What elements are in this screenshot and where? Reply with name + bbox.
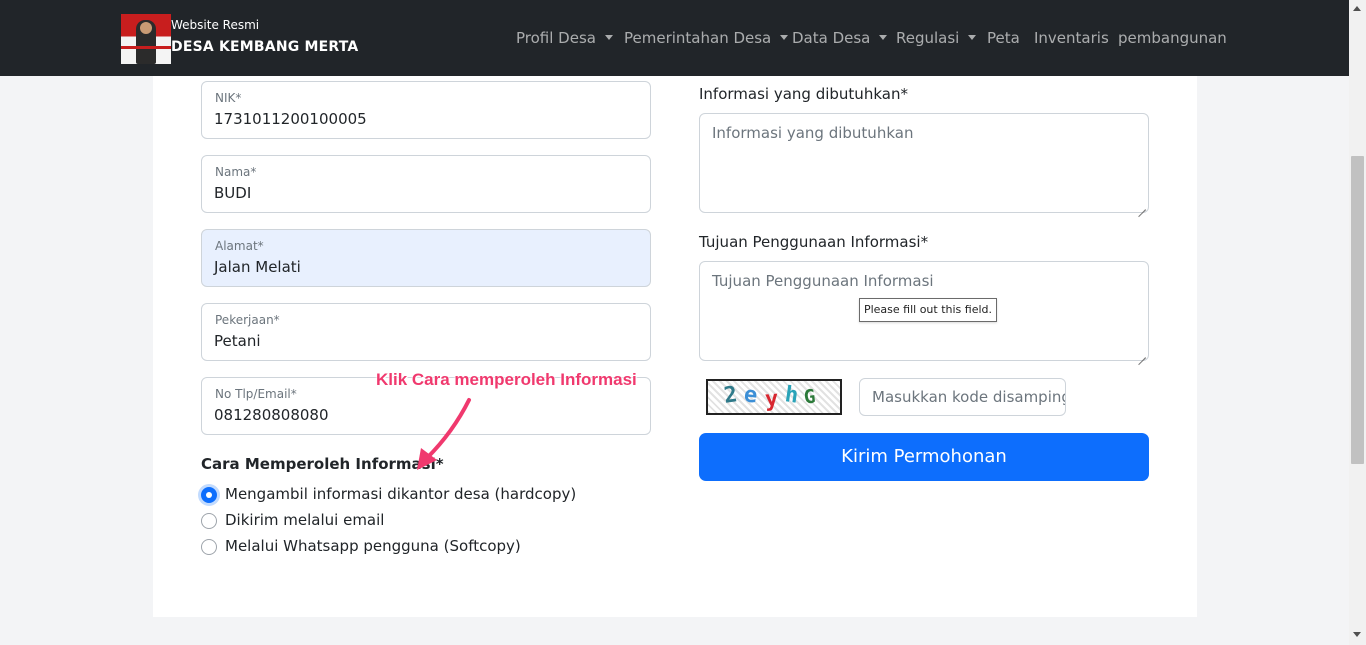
alamat-value[interactable]: Jalan Melati [214,258,301,276]
nama-value[interactable]: BUDI [214,184,251,202]
informasi-placeholder: Informasi yang dibutuhkan [712,124,914,142]
captcha-char: h [783,382,800,409]
caret-down-icon [780,35,789,40]
caret-down-icon [604,35,613,40]
resize-grip-icon[interactable] [1138,350,1146,358]
top-navbar: Website Resmi DESA KEMBANG MERTA Profil … [0,0,1349,76]
option-hardcopy-label[interactable]: Mengambil informasi dikantor desa (hardc… [225,485,576,503]
tujuan-placeholder: Tujuan Penggunaan Informasi [712,272,934,290]
option-email-label[interactable]: Dikirim melalui email [225,511,384,529]
pekerjaan-field[interactable]: Pekerjaan* Petani [201,303,651,361]
captcha-image: 2 e y h G [706,379,842,415]
tujuan-label: Tujuan Penggunaan Informasi* [699,233,929,251]
brand-title[interactable]: DESA KEMBANG MERTA [171,39,358,55]
nav-peta[interactable]: Peta [987,29,1020,47]
captcha-char: G [802,385,817,409]
nama-label: Nama* [215,165,257,179]
nav-profil-desa[interactable]: Profil Desa [516,29,613,47]
annotation-arrow-icon [417,398,471,470]
village-logo[interactable] [121,14,171,64]
contact-label: No Tlp/Email* [215,387,297,401]
caret-down-icon [968,35,977,40]
informasi-textarea[interactable]: Informasi yang dibutuhkan [699,113,1149,213]
validation-tooltip: Please fill out this field. [859,298,997,322]
scrollbar-thumb[interactable] [1351,156,1364,464]
kirim-permohonan-button[interactable]: Kirim Permohonan [699,433,1149,481]
captcha-char: e [742,382,759,409]
resize-grip-icon[interactable] [1138,202,1146,210]
alamat-field[interactable]: Alamat* Jalan Melati [201,229,651,287]
alamat-label: Alamat* [215,239,264,253]
radio-email[interactable] [201,513,217,529]
pekerjaan-label: Pekerjaan* [215,313,280,327]
annotation-text: Klik Cara memperoleh Informasi [376,370,637,389]
captcha-input[interactable]: Masukkan kode disamping [859,378,1066,416]
nama-field[interactable]: Nama* BUDI [201,155,651,213]
nik-label: NIK* [215,91,242,105]
scroll-down-arrow-icon[interactable] [1353,632,1361,637]
nik-field[interactable]: NIK* 1731011200100005 [201,81,651,139]
captcha-char: 2 [722,382,739,409]
radio-whatsapp[interactable] [201,539,217,555]
radio-hardcopy[interactable] [201,487,217,503]
caret-down-icon [879,35,888,40]
brand-subtitle[interactable]: Website Resmi [171,18,259,32]
captcha-char: y [764,386,780,413]
nav-pemerintahan-desa[interactable]: Pemerintahan Desa [624,29,789,47]
nik-value[interactable]: 1731011200100005 [214,110,367,128]
pekerjaan-value[interactable]: Petani [214,332,261,350]
nav-regulasi[interactable]: Regulasi [896,29,977,47]
captcha-placeholder: Masukkan kode disamping [872,388,1066,406]
nav-data-desa[interactable]: Data Desa [792,29,888,47]
option-whatsapp-label[interactable]: Melalui Whatsapp pengguna (Softcopy) [225,537,521,555]
informasi-label: Informasi yang dibutuhkan* [699,85,908,103]
nav-inventaris[interactable]: Inventaris [1034,29,1109,47]
scroll-up-arrow-icon[interactable] [1353,6,1361,11]
nav-pembangunan[interactable]: pembangunan [1118,29,1227,47]
contact-value[interactable]: 081280808080 [214,406,329,424]
